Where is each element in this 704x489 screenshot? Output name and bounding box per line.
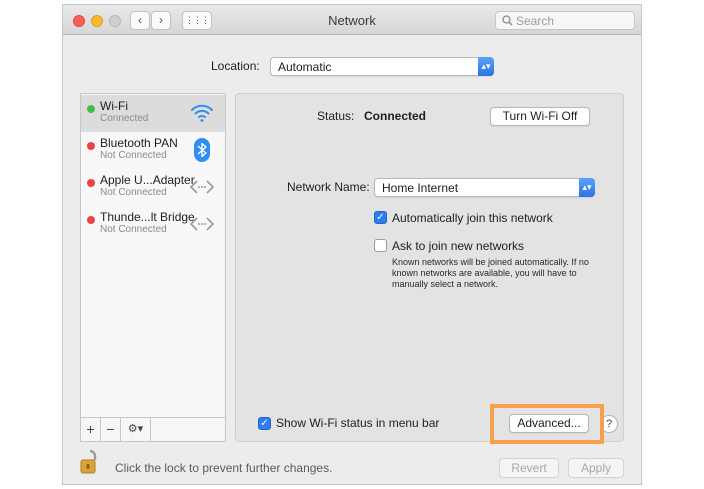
- service-item-apple-usb-adapter[interactable]: Apple U...Adapter Not Connected: [81, 169, 225, 206]
- lock-icon[interactable]: [80, 449, 100, 475]
- auto-join-label: Automatically join this network: [392, 211, 553, 225]
- network-name-label: Network Name:: [287, 180, 370, 194]
- search-icon: [502, 15, 513, 26]
- search-input[interactable]: Search: [495, 11, 635, 30]
- ask-join-label: Ask to join new networks: [392, 239, 525, 253]
- status-label: Status:: [317, 109, 355, 123]
- search-placeholder: Search: [516, 14, 555, 28]
- service-name: Thunde...lt Bridge: [100, 210, 195, 224]
- remove-service-button[interactable]: −: [101, 418, 121, 441]
- service-name: Apple U...Adapter: [100, 173, 195, 187]
- network-name-value: Home Internet: [382, 181, 459, 195]
- service-status: Connected: [100, 113, 149, 124]
- service-item-bluetooth-pan[interactable]: Bluetooth PAN Not Connected: [81, 132, 225, 169]
- turn-wifi-off-button[interactable]: Turn Wi-Fi Off: [490, 107, 590, 126]
- status-dot-disconnected: [87, 216, 95, 224]
- detail-panel: Status: Connected Turn Wi-Fi Off Network…: [235, 93, 624, 442]
- status-dot-connected: [87, 105, 95, 113]
- show-wifi-status-label: Show Wi-Fi status in menu bar: [276, 416, 440, 430]
- service-item-thunderbolt-bridge[interactable]: Thunde...lt Bridge Not Connected: [81, 206, 225, 243]
- location-select[interactable]: Automatic ▴▾: [270, 57, 494, 76]
- network-name-select[interactable]: Home Internet ▴▾: [374, 178, 595, 197]
- popup-arrows-icon: ▴▾: [579, 178, 595, 197]
- lock-message: Click the lock to prevent further change…: [115, 461, 333, 475]
- service-name: Bluetooth PAN: [100, 136, 178, 150]
- status-dot-disconnected: [87, 142, 95, 150]
- ask-join-note: Known networks will be joined automatica…: [392, 257, 589, 289]
- apply-button[interactable]: Apply: [568, 458, 624, 478]
- ethernet-icon: [189, 174, 215, 200]
- checkmark-icon: ✓: [260, 418, 269, 429]
- location-value: Automatic: [278, 60, 332, 74]
- service-item-wifi[interactable]: Wi-Fi Connected: [81, 95, 225, 132]
- service-status: Not Connected: [100, 150, 167, 161]
- show-wifi-status-checkbox[interactable]: ✓: [258, 417, 271, 430]
- revert-button[interactable]: Revert: [499, 458, 559, 478]
- service-status: Not Connected: [100, 187, 167, 198]
- status-dot-disconnected: [87, 179, 95, 187]
- bluetooth-icon: [189, 137, 215, 163]
- auto-join-checkbox[interactable]: ✓: [374, 211, 387, 224]
- ask-join-checkbox[interactable]: [374, 239, 387, 252]
- service-name: Wi-Fi: [100, 99, 128, 113]
- add-service-button[interactable]: +: [81, 418, 101, 441]
- gear-menu-button[interactable]: ⚙▾: [121, 418, 151, 441]
- advanced-button-highlight: [490, 404, 604, 444]
- wifi-icon: [189, 100, 215, 126]
- status-value: Connected: [364, 109, 427, 123]
- service-status: Not Connected: [100, 224, 167, 235]
- ethernet-icon: [189, 211, 215, 237]
- location-label: Location:: [211, 59, 260, 73]
- checkmark-icon: ✓: [376, 212, 385, 223]
- service-list: Wi-Fi Connected Bluetooth PAN Not Connec…: [80, 93, 226, 442]
- popup-arrows-icon: ▴▾: [478, 57, 494, 76]
- title-bar: ‹ › ⋮⋮⋮ Network Search: [63, 5, 641, 35]
- service-list-toolbar: + − ⚙▾: [80, 417, 226, 442]
